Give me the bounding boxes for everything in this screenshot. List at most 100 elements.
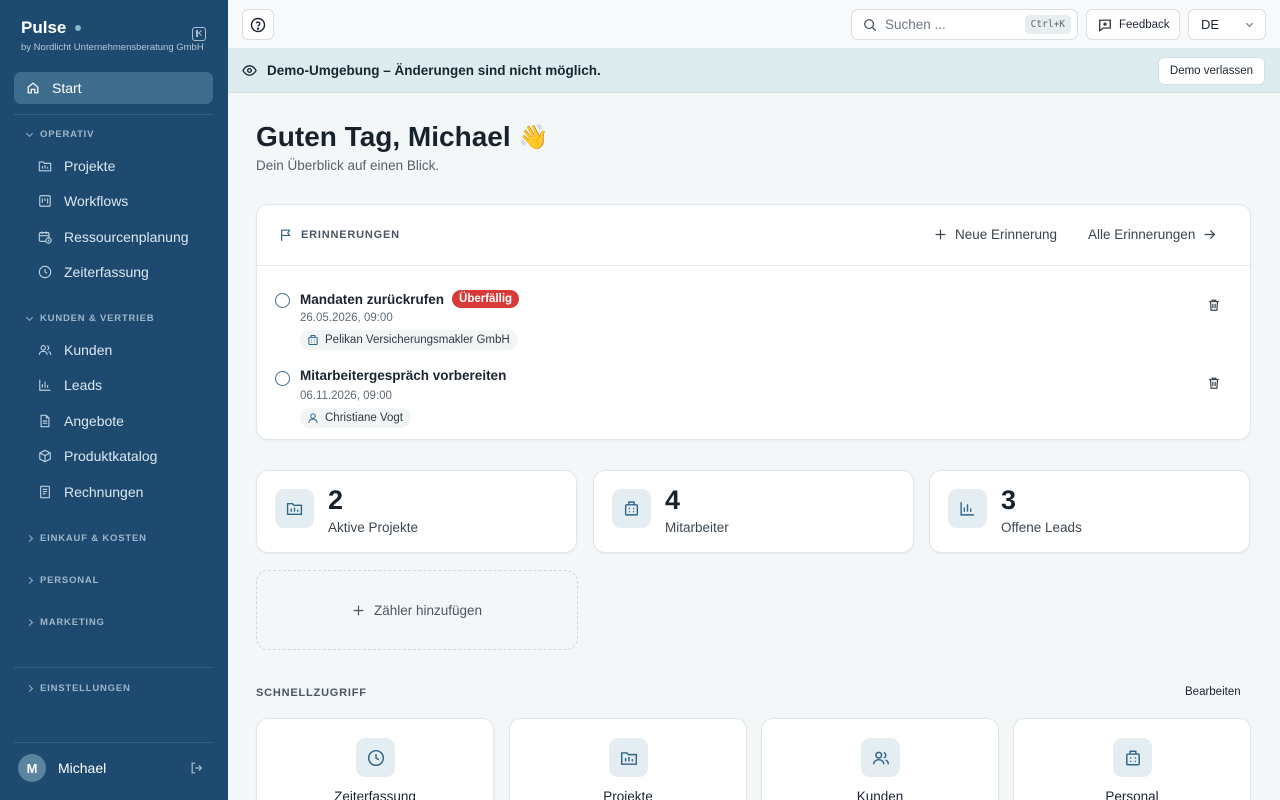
sidebar-item-label: Start bbox=[52, 80, 82, 96]
reminders-header: ERINNERUNGEN Neue Erinnerung Alle Erinne… bbox=[257, 205, 1250, 266]
quick-access-edit-button[interactable]: Bearbeiten bbox=[1185, 686, 1241, 698]
stat-card-mitarbeiter[interactable]: 4 Mitarbeiter bbox=[593, 470, 914, 553]
reminder-link-chip[interactable]: Pelikan Versicherungsmakler GmbH bbox=[300, 330, 518, 350]
sidebar-item-ressourcenplanung[interactable]: Ressourcenplanung bbox=[38, 229, 189, 245]
reminder-title: Mandaten zurückrufen Überfällig bbox=[300, 290, 520, 308]
page-subtitle: Dein Überblick auf einen Blick. bbox=[256, 158, 440, 173]
quick-access-label: Kunden bbox=[856, 789, 904, 800]
divider bbox=[14, 742, 213, 743]
reminder-item: Mitarbeitergespräch vorbereiten 06.11.20… bbox=[257, 361, 1250, 431]
arrow-right-icon bbox=[1203, 228, 1216, 241]
reminders-title: ERINNERUNGEN bbox=[279, 228, 400, 242]
trash-icon[interactable] bbox=[1207, 376, 1221, 390]
quick-access-zeiterfassung[interactable]: Zeiterfassung bbox=[256, 718, 494, 800]
sidebar-item-rechnungen[interactable]: Rechnungen bbox=[38, 484, 143, 500]
users-icon bbox=[38, 343, 52, 357]
status-dot-icon bbox=[75, 25, 82, 31]
sidebar-item-kunden[interactable]: Kunden bbox=[38, 342, 112, 358]
home-icon bbox=[26, 81, 40, 95]
flag-icon bbox=[279, 228, 293, 242]
building-icon bbox=[612, 489, 651, 528]
user-name: Michael bbox=[58, 760, 107, 776]
package-icon bbox=[38, 449, 52, 463]
quick-access-personal[interactable]: Personal bbox=[1013, 718, 1251, 800]
sidebar-item-zeiterfassung[interactable]: Zeiterfassung bbox=[38, 264, 149, 280]
waving-hand-icon: 👋 bbox=[518, 123, 549, 151]
search-placeholder: Suchen ... bbox=[885, 17, 946, 32]
sidebar-item-leads[interactable]: Leads bbox=[38, 377, 102, 393]
chevron-down-icon bbox=[25, 313, 34, 321]
quick-access-projekte[interactable]: Projekte bbox=[509, 718, 747, 800]
help-button[interactable] bbox=[242, 9, 274, 40]
folder-icon bbox=[609, 738, 648, 777]
quick-access-title: SCHNELLZUGRIFF bbox=[256, 687, 367, 699]
stat-card-projekte[interactable]: 2 Aktive Projekte bbox=[256, 470, 577, 553]
brand-title: Pulse bbox=[21, 18, 204, 38]
stat-card-leads[interactable]: 3 Offene Leads bbox=[929, 470, 1250, 553]
complete-reminder-checkbox[interactable] bbox=[275, 371, 290, 386]
clock-icon bbox=[356, 738, 395, 777]
stat-value: 2 bbox=[328, 485, 344, 515]
brand-subtitle: by Nordlicht Unternehmensberatung GmbH bbox=[21, 42, 204, 53]
section-personal[interactable]: PERSONAL bbox=[25, 575, 99, 586]
clock-icon bbox=[38, 265, 52, 279]
sidebar-item-workflows[interactable]: Workflows bbox=[38, 193, 128, 209]
chevron-down-icon bbox=[25, 129, 34, 137]
demo-banner: Demo-Umgebung – Änderungen sind nicht mö… bbox=[228, 49, 1280, 93]
kanban-icon bbox=[38, 194, 52, 208]
bar-chart-icon bbox=[38, 378, 52, 392]
chevron-down-icon bbox=[1245, 19, 1254, 28]
reminders-card: ERINNERUNGEN Neue Erinnerung Alle Erinne… bbox=[256, 204, 1251, 440]
plus-icon bbox=[934, 228, 947, 241]
topbar: Suchen ... Ctrl+K Feedback DE bbox=[228, 0, 1280, 49]
new-reminder-button[interactable]: Neue Erinnerung bbox=[934, 227, 1057, 242]
chevron-right-icon bbox=[25, 684, 34, 693]
all-reminders-link[interactable]: Alle Erinnerungen bbox=[1088, 227, 1216, 242]
section-einkauf-kosten[interactable]: EINKAUF & KOSTEN bbox=[25, 533, 147, 544]
collapse-sidebar-icon[interactable] bbox=[192, 27, 206, 41]
section-kunden-vertrieb[interactable]: KUNDEN & VERTRIEB bbox=[25, 313, 154, 324]
quick-access-label: Projekte bbox=[603, 789, 653, 800]
calendar-clock-icon bbox=[38, 230, 52, 244]
bar-chart-icon bbox=[948, 489, 987, 528]
sidebar-item-projekte[interactable]: Projekte bbox=[38, 158, 115, 174]
sidebar-item-angebote[interactable]: Angebote bbox=[38, 413, 124, 429]
document-icon bbox=[38, 414, 52, 428]
stat-value: 3 bbox=[1001, 485, 1017, 515]
receipt-icon bbox=[38, 485, 52, 499]
section-marketing[interactable]: MARKETING bbox=[25, 617, 105, 628]
logout-icon[interactable] bbox=[190, 761, 204, 775]
reminder-link-chip[interactable]: Christiane Vogt bbox=[300, 408, 411, 428]
users-icon bbox=[861, 738, 900, 777]
stat-label: Offene Leads bbox=[1001, 520, 1082, 535]
sidebar: Pulse by Nordlicht Unternehmensberatung … bbox=[0, 0, 228, 800]
sidebar-item-produktkatalog[interactable]: Produktkatalog bbox=[38, 448, 157, 464]
search-shortcut: Ctrl+K bbox=[1024, 15, 1071, 34]
stat-label: Mitarbeiter bbox=[665, 520, 729, 535]
chevron-right-icon bbox=[25, 576, 34, 585]
sidebar-item-start[interactable]: Start bbox=[14, 72, 213, 104]
exit-demo-button[interactable]: Demo verlassen bbox=[1157, 57, 1265, 85]
section-operativ[interactable]: OPERATIV bbox=[25, 129, 94, 140]
message-plus-icon bbox=[1098, 18, 1112, 32]
trash-icon[interactable] bbox=[1207, 298, 1221, 312]
language-select[interactable]: DE bbox=[1188, 9, 1266, 40]
quick-access-kunden[interactable]: Kunden bbox=[761, 718, 999, 800]
page-title: Guten Tag, Michael 👋 bbox=[256, 121, 549, 152]
add-counter-button[interactable]: Zähler hinzufügen bbox=[256, 570, 578, 650]
overdue-badge: Überfällig bbox=[452, 290, 520, 308]
divider bbox=[14, 114, 213, 115]
section-einstellungen[interactable]: EINSTELLUNGEN bbox=[25, 683, 131, 694]
complete-reminder-checkbox[interactable] bbox=[275, 293, 290, 308]
reminder-date: 06.11.2026, 09:00 bbox=[300, 390, 392, 402]
user-profile[interactable]: M Michael bbox=[18, 754, 208, 782]
quick-access-label: Personal bbox=[1105, 789, 1159, 800]
folder-icon bbox=[38, 159, 52, 173]
search-input[interactable]: Suchen ... Ctrl+K bbox=[851, 9, 1078, 40]
stat-value: 4 bbox=[665, 485, 681, 515]
feedback-button[interactable]: Feedback bbox=[1086, 9, 1180, 40]
building-icon bbox=[1113, 738, 1152, 777]
banner-text: Demo-Umgebung – Änderungen sind nicht mö… bbox=[267, 63, 601, 78]
avatar: M bbox=[18, 754, 46, 782]
divider bbox=[14, 667, 213, 668]
